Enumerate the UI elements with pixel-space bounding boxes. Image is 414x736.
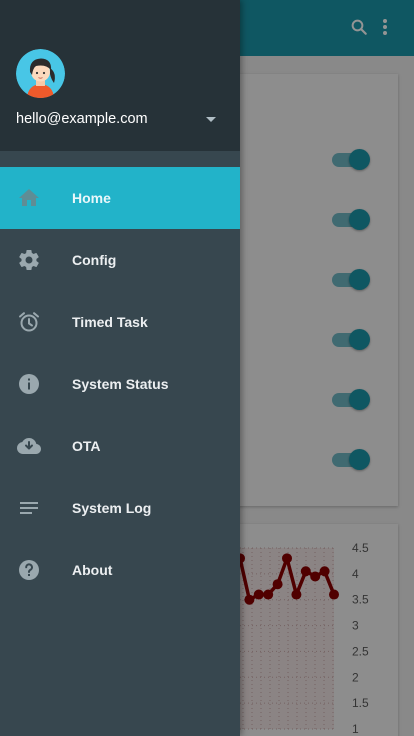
navigation-drawer: hello@example.com Home Config Timed Task	[0, 0, 240, 736]
arrow-drop-down-icon[interactable]	[206, 116, 216, 122]
drawer-item-label: System Log	[72, 500, 152, 516]
account-email: hello@example.com	[16, 111, 148, 127]
drawer-item-config[interactable]: Config	[0, 229, 240, 291]
alarm-icon	[17, 310, 41, 334]
drawer-item-ota[interactable]: OTA	[0, 415, 240, 477]
drawer-item-about[interactable]: About	[0, 539, 240, 601]
drawer-item-label: OTA	[72, 438, 101, 454]
drawer-item-timed-task[interactable]: Timed Task	[0, 291, 240, 353]
drawer-item-system-status[interactable]: System Status	[0, 353, 240, 415]
drawer-item-label: Config	[72, 252, 117, 268]
notes-icon	[17, 496, 41, 520]
drawer-item-system-log[interactable]: System Log	[0, 477, 240, 539]
drawer-item-home[interactable]: Home	[0, 167, 240, 229]
drawer-menu: Home Config Timed Task System Status OTA	[0, 167, 240, 601]
avatar[interactable]	[16, 49, 65, 98]
drawer-item-label: Timed Task	[72, 314, 148, 330]
home-icon	[17, 186, 41, 210]
help-icon	[17, 558, 41, 582]
drawer-item-label: Home	[72, 190, 111, 206]
drawer-item-label: About	[72, 562, 113, 578]
account-switcher[interactable]: hello@example.com	[16, 108, 224, 130]
gear-icon	[17, 248, 41, 272]
drawer-item-label: System Status	[72, 376, 169, 392]
info-icon	[17, 372, 41, 396]
cloud-download-icon	[17, 434, 41, 458]
drawer-header: hello@example.com	[0, 0, 240, 151]
